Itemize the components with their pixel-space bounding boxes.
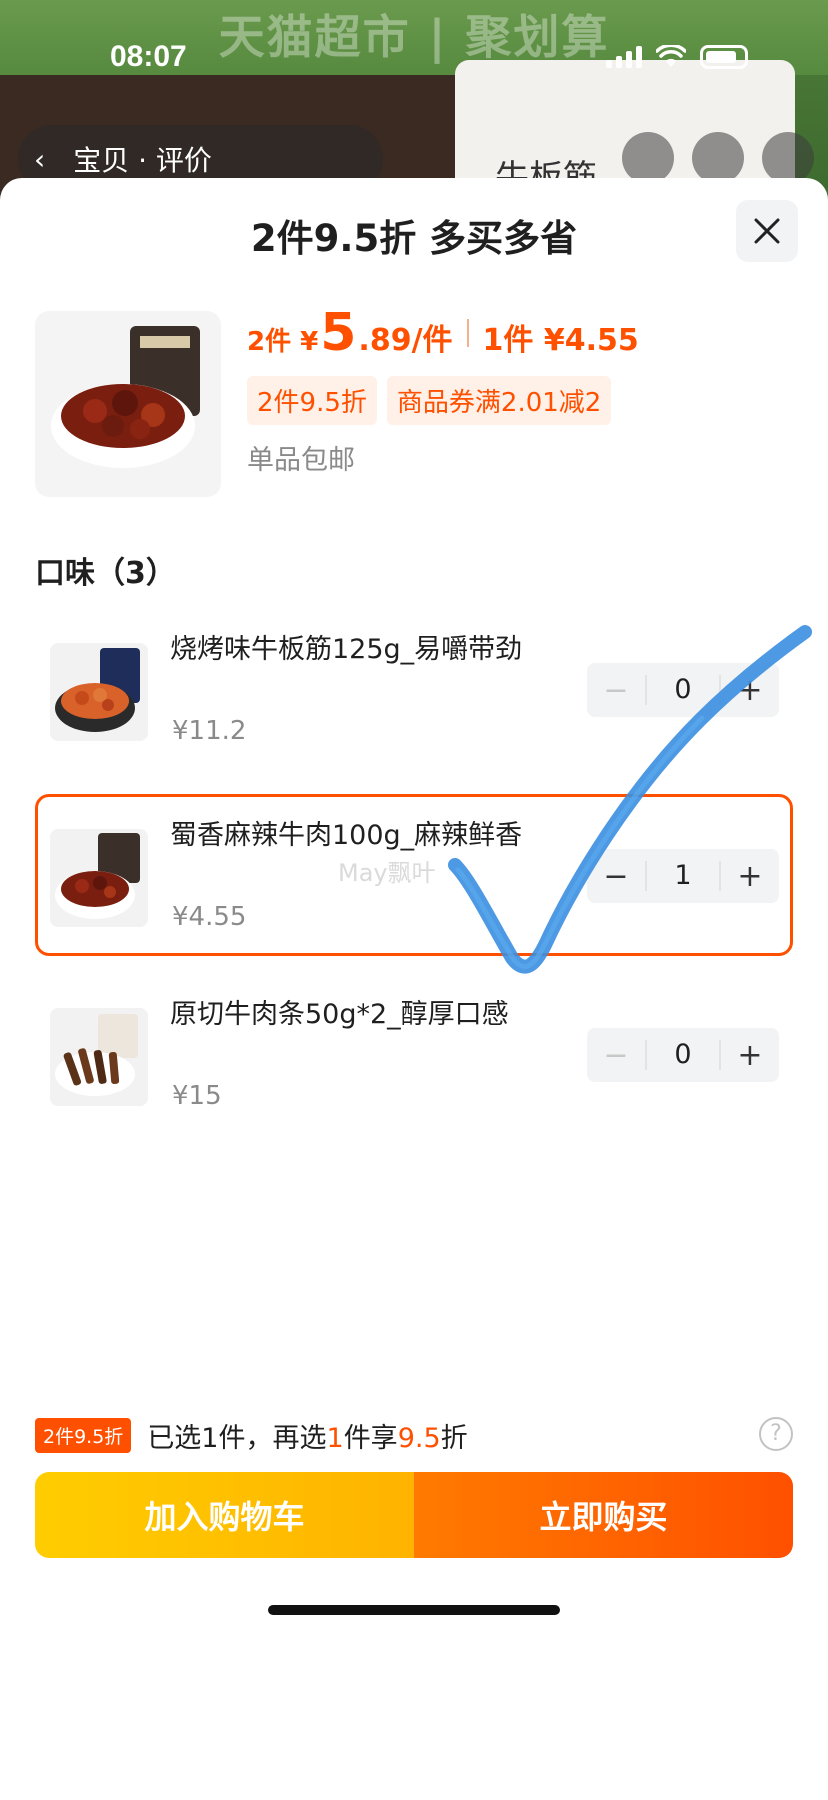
decrease-button[interactable]: − xyxy=(587,859,645,894)
status-time: 08:07 xyxy=(110,40,187,73)
quantity-stepper[interactable]: − 0 + xyxy=(587,1028,779,1082)
back-icon: ‹ xyxy=(34,142,46,176)
decrease-button[interactable]: − xyxy=(587,1038,645,1073)
variant-row[interactable]: 烧烤味牛板筋125g_易嚼带劲 ¥11.2 − 0 + xyxy=(35,608,793,770)
price-prefix: 2件 ¥ xyxy=(247,327,319,357)
cart-icon xyxy=(692,132,744,184)
variant-image xyxy=(50,829,148,927)
selection-summary: 2件9.5折 已选1件，再选1件享9.5折 ? xyxy=(35,1415,793,1455)
promo-tag: 2件9.5折 xyxy=(247,376,377,425)
battery-icon xyxy=(700,45,748,69)
quantity-stepper[interactable]: − 0 + xyxy=(587,663,779,717)
decrease-button[interactable]: − xyxy=(587,673,645,708)
variant-price: ¥11.2 xyxy=(172,716,247,746)
home-indicator xyxy=(268,1605,560,1615)
variant-row[interactable]: 原切牛肉条50g*2_醇厚口感 ¥15 − 0 + xyxy=(35,973,793,1135)
background-nav-actions xyxy=(622,132,814,184)
promo-tags: 2件9.5折 商品券满2.01减2 xyxy=(247,376,612,425)
increase-button[interactable]: + xyxy=(721,859,779,894)
buy-now-button[interactable]: 立即购买 xyxy=(414,1472,793,1558)
price-decimal: .89/件 xyxy=(358,323,453,358)
increase-button[interactable]: + xyxy=(721,1038,779,1073)
coupon-tag: 商品券满2.01减2 xyxy=(386,376,612,425)
variant-name: 烧烤味牛板筋125g_易嚼带劲 xyxy=(170,634,523,665)
wifi-icon xyxy=(656,45,686,67)
status-icons xyxy=(606,45,748,69)
price-integer: 5 xyxy=(320,303,357,363)
close-button[interactable] xyxy=(736,200,798,262)
share-icon xyxy=(622,132,674,184)
price-row: 2件 ¥ 5 .89/件 1件 ¥4.55 xyxy=(247,303,639,363)
price-divider xyxy=(466,319,469,347)
watermark: May飘叶 xyxy=(338,859,436,887)
status-bar: 08:07 xyxy=(0,0,828,110)
quantity-stepper[interactable]: − 1 + xyxy=(587,849,779,903)
variant-name: 原切牛肉条50g*2_醇厚口感 xyxy=(170,999,509,1030)
shipping-note: 单品包邮 xyxy=(247,445,355,476)
increase-button[interactable]: + xyxy=(721,673,779,708)
discount-badge: 2件9.5折 xyxy=(35,1417,132,1453)
product-photo xyxy=(51,326,200,468)
add-to-cart-button[interactable]: 加入购物车 xyxy=(35,1472,414,1558)
help-icon[interactable]: ? xyxy=(759,1417,793,1451)
close-icon xyxy=(754,218,780,244)
action-buttons: 加入购物车 立即购买 xyxy=(35,1472,793,1558)
quantity-value[interactable]: 0 xyxy=(645,1040,721,1070)
variant-name: 蜀香麻辣牛肉100g_麻辣鲜香 xyxy=(170,820,523,851)
single-price: 1件 ¥4.55 xyxy=(482,323,639,358)
signal-icon xyxy=(606,46,642,68)
variant-price: ¥15 xyxy=(172,1081,222,1111)
flavor-section-title: 口味（3） xyxy=(35,556,176,591)
variant-image xyxy=(50,643,148,741)
product-image[interactable] xyxy=(35,311,221,497)
quantity-value[interactable]: 0 xyxy=(645,675,721,705)
summary-text: 已选1件，再选1件享9.5折 xyxy=(147,1422,468,1454)
nav-label: 宝贝 · 评价 xyxy=(73,144,212,177)
variant-image xyxy=(50,1008,148,1106)
sheet-title: 2件9.5折 多买多省 xyxy=(250,217,578,260)
variant-price: ¥4.55 xyxy=(172,902,247,932)
quantity-value[interactable]: 1 xyxy=(645,861,721,891)
more-icon xyxy=(762,132,814,184)
